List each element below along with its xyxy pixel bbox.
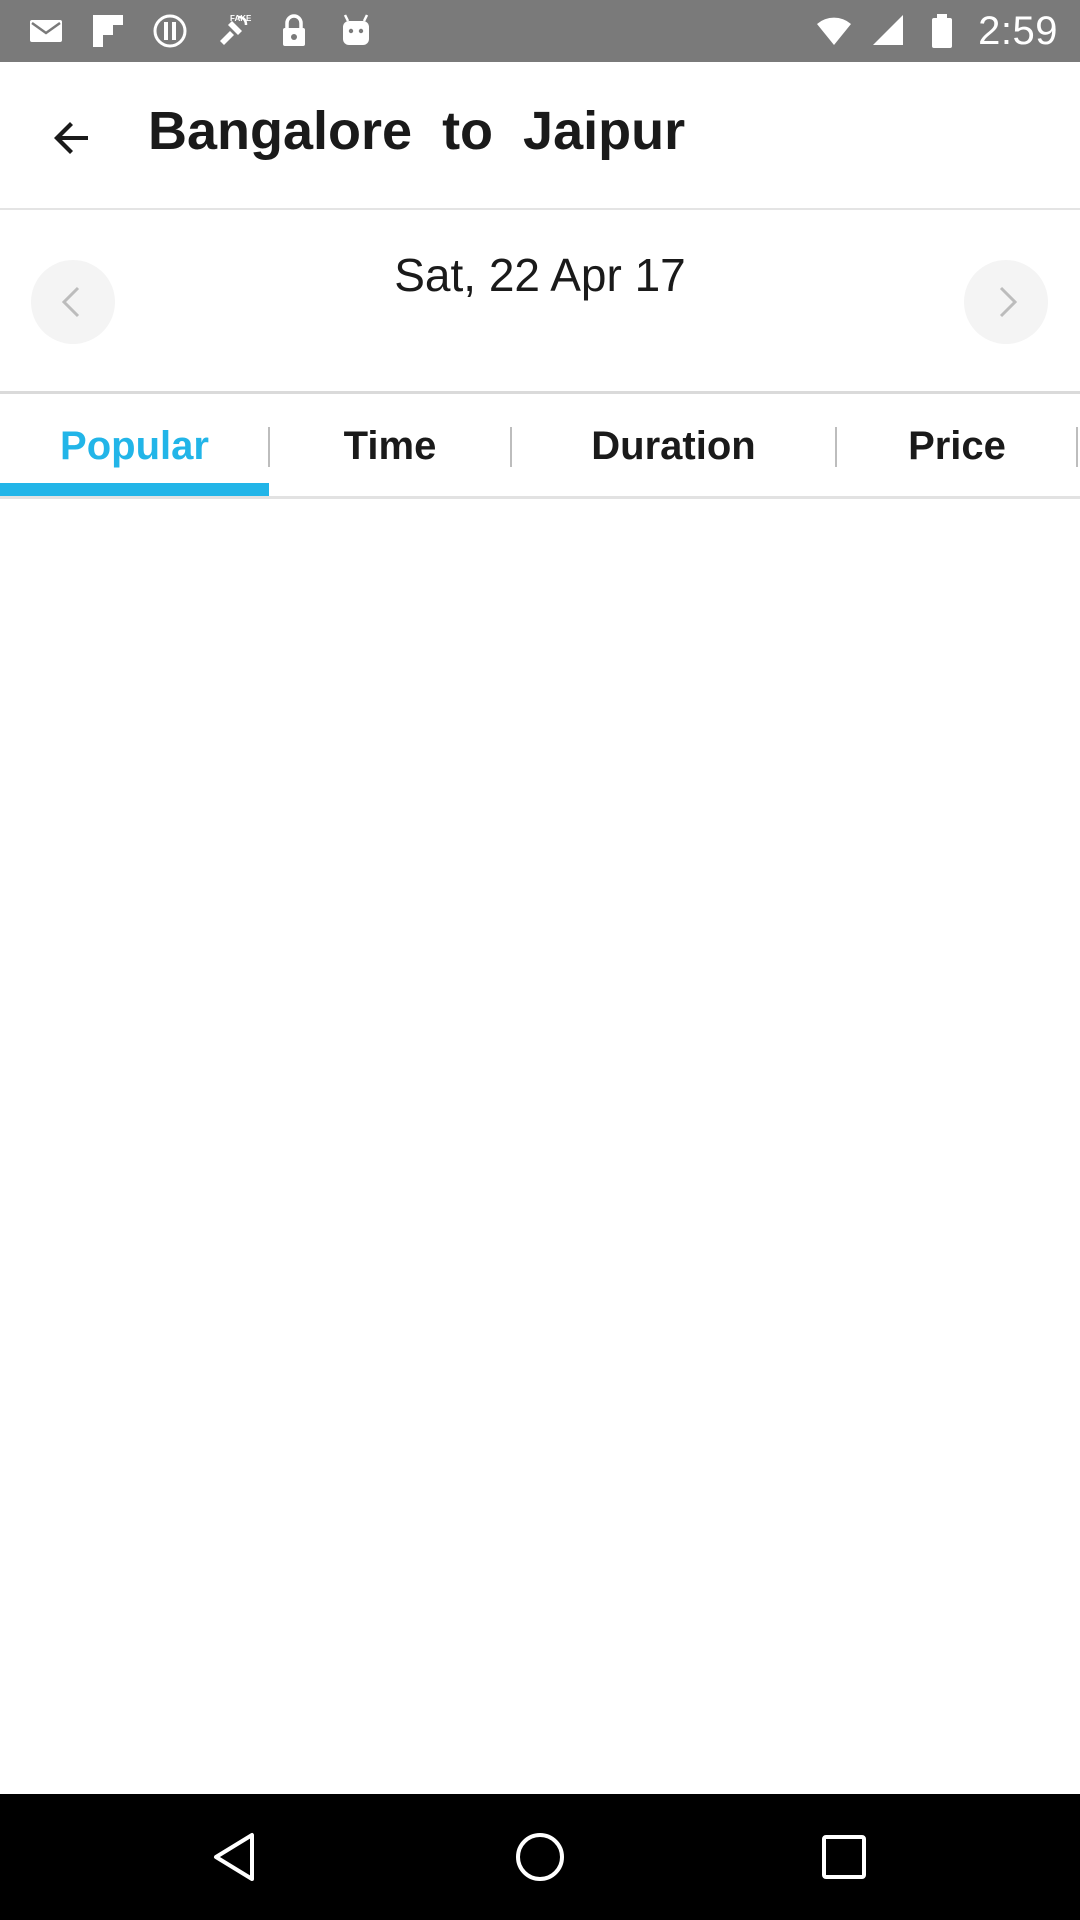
app-bar: Bangalore to Jaipur (0, 62, 1080, 210)
page-title: Bangalore to Jaipur (148, 101, 686, 161)
tab-time[interactable]: Time (269, 397, 511, 496)
wifi-icon (817, 17, 852, 45)
svg-text:FAKE: FAKE (230, 14, 252, 23)
tab-label: Price (908, 424, 1006, 468)
recents-square-icon (822, 1835, 866, 1879)
navigation-bar (0, 1794, 1080, 1920)
next-date-button[interactable] (964, 260, 1048, 344)
fake-gps-icon: FAKE (220, 14, 252, 45)
back-triangle-icon (214, 1833, 254, 1881)
tab-popular[interactable]: Popular (0, 397, 269, 496)
sort-tabs: Popular Time Duration Price (0, 397, 1080, 499)
mail-icon (30, 20, 62, 42)
battery-icon (932, 14, 953, 48)
back-button[interactable] (36, 102, 108, 174)
status-system-icons: 2:59 (816, 0, 1058, 62)
tab-label: Time (343, 424, 437, 468)
chevron-right-icon (999, 286, 1018, 318)
nav-recents-button[interactable] (814, 1827, 874, 1887)
date-selector: Sat, 22 Apr 17 (0, 212, 1080, 394)
nav-home-button[interactable] (510, 1827, 570, 1887)
flipboard-icon (93, 15, 123, 47)
cellular-signal-icon (873, 15, 904, 45)
nav-back-button[interactable] (206, 1827, 266, 1887)
selected-date[interactable]: Sat, 22 Apr 17 (0, 248, 1080, 302)
tab-label: Popular (60, 424, 209, 468)
tab-label: Duration (591, 424, 756, 468)
active-tab-indicator (0, 483, 269, 496)
results-list (0, 500, 1080, 1794)
arrow-left-icon (54, 122, 88, 154)
status-bar: FAKE 2:59 (0, 0, 1080, 62)
status-notification-icons: FAKE (26, 0, 376, 62)
lock-icon (283, 14, 305, 46)
tab-price[interactable]: Price (836, 397, 1078, 496)
sync-icon (153, 14, 187, 48)
tab-duration[interactable]: Duration (511, 397, 836, 496)
home-circle-icon (516, 1833, 564, 1881)
status-time: 2:59 (978, 8, 1058, 53)
android-icon (343, 14, 369, 45)
tab-divider (1076, 427, 1078, 467)
